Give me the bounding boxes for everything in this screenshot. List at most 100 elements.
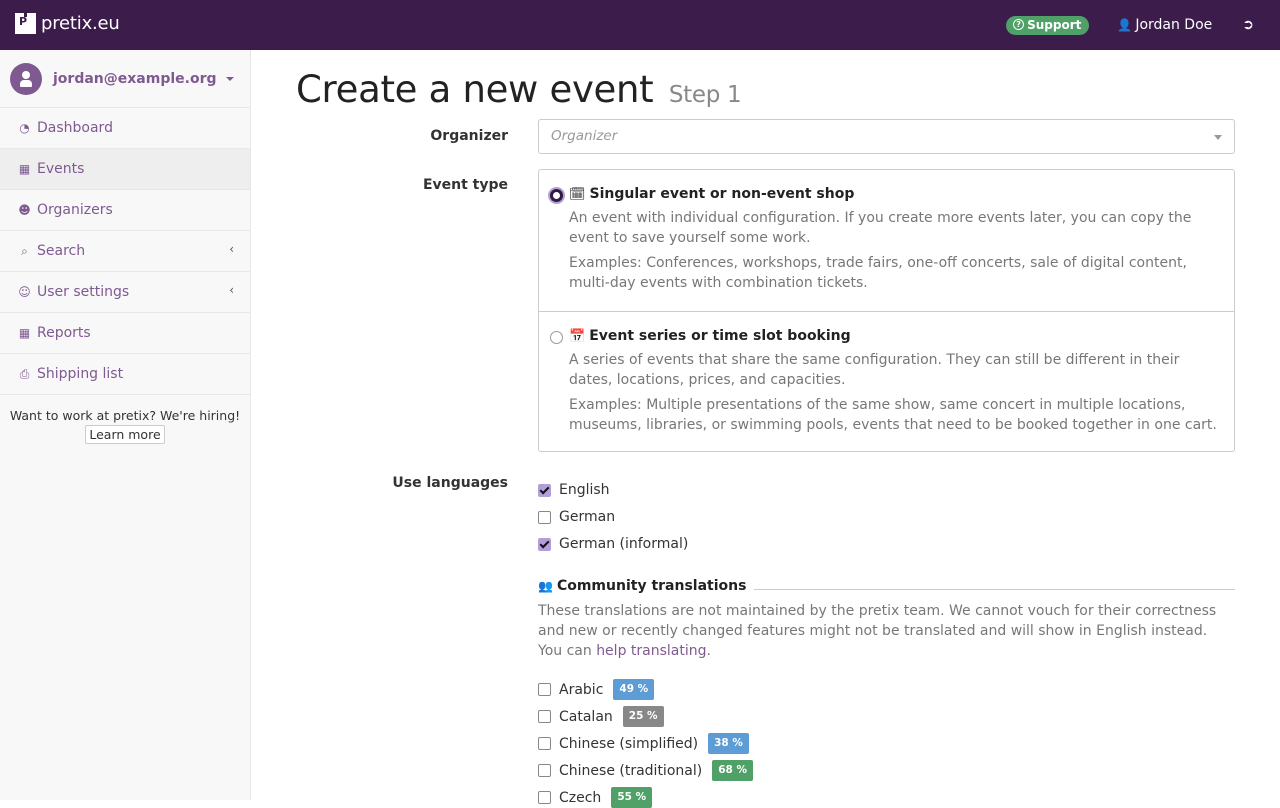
hiring-notice: Want to work at pretix? We're hiring! Le… [0, 395, 250, 444]
translation-progress-badge: 49 % [613, 679, 655, 700]
sidebar-item-label: Events [37, 161, 85, 177]
learn-more-button[interactable]: Learn more [85, 425, 165, 444]
sidebar-item-events[interactable]: ▦ Events [0, 149, 250, 190]
language-label: Arabic [559, 681, 604, 698]
help-translating-link[interactable]: help translating [596, 643, 706, 659]
option-title-text: Event series or time slot booking [589, 328, 851, 344]
language-label: Chinese (simplified) [559, 735, 699, 752]
option-examples: Examples: Conferences, workshops, trade … [569, 255, 1187, 291]
calendar-icon: ▦ [18, 162, 31, 176]
page-title: Create a new event Step 1 [296, 68, 742, 111]
option-description: A series of events that share the same c… [569, 352, 1180, 388]
organizer-select[interactable]: Organizer [538, 119, 1235, 154]
organizer-label: Organizer [430, 128, 508, 144]
sidebar-nav: ◔ Dashboard ▦ Events ☻ Organizers ⌕ Search ‹ ☺ Use… [0, 108, 250, 395]
languages-label: Use languages [392, 475, 508, 491]
community-language-option[interactable]: Catalan 25 % [538, 706, 664, 727]
caret-down-icon [226, 77, 234, 81]
translation-progress-badge: 55 % [611, 787, 653, 808]
sidebar-item-reports[interactable]: ▦ Reports [0, 313, 250, 354]
brand-link[interactable]: pretix.eu [15, 13, 120, 34]
language-label: German [559, 509, 616, 525]
radio-singular[interactable] [550, 189, 563, 202]
language-option[interactable]: German (informal) [538, 536, 688, 552]
community-notice: These translations are not maintained by… [538, 601, 1235, 661]
language-checkbox[interactable] [538, 537, 551, 551]
group-icon: ☻ [18, 203, 31, 217]
divider [754, 588, 1235, 590]
language-option[interactable]: German [538, 509, 615, 525]
language-label: Czech [559, 789, 602, 806]
brand-name: pretix.eu [41, 13, 120, 34]
option-title-text: Singular event or non-event shop [589, 186, 855, 202]
sidebar-item-label: User settings [37, 284, 130, 300]
option-examples: Examples: Multiple presentations of the … [569, 397, 1217, 433]
print-icon: ⎙ [19, 366, 30, 381]
chevron-left-icon: ‹ [229, 283, 234, 297]
user-name: Jordan Doe [1135, 17, 1213, 33]
account-dropdown[interactable]: jordan@example.org [0, 50, 250, 108]
community-heading-text: Community translations [556, 578, 747, 594]
support-label: Support [1027, 17, 1082, 32]
event-type-option-singular[interactable]: 🗓 Singular event or non-event shop An ev… [539, 170, 1234, 311]
dashboard-icon: ◔ [19, 121, 30, 135]
group-icon: 👥 [538, 579, 553, 593]
organizer-placeholder: Organizer [551, 128, 618, 144]
translation-progress-badge: 25 % [622, 706, 664, 727]
language-label: English [559, 482, 610, 498]
sidebar-item-organizers[interactable]: ☻ Organizers [0, 190, 250, 231]
search-icon: ⌕ [21, 243, 28, 258]
language-checkbox[interactable] [538, 710, 551, 723]
hiring-text: Want to work at pretix? We're hiring! [9, 408, 241, 423]
sidebar-item-label: Reports [37, 325, 91, 341]
radio-series[interactable] [550, 331, 563, 344]
translation-progress-badge: 68 % [712, 760, 753, 781]
calendar-icon: 📅 [569, 328, 586, 344]
sidebar-item-label: Organizers [37, 202, 113, 218]
sidebar-item-dashboard[interactable]: ◔ Dashboard [0, 108, 250, 149]
language-checkbox[interactable] [538, 510, 551, 524]
caret-down-icon [1214, 135, 1222, 140]
step-indicator: Step 1 [668, 82, 742, 108]
community-translations-heading: 👥 Community translations [538, 578, 1235, 594]
event-type-option-series[interactable]: 📅 Event series or time slot booking A se… [539, 311, 1234, 452]
sidebar-item-shipping-list[interactable]: ⎙ Shipping list [0, 354, 250, 395]
language-option[interactable]: English [538, 482, 610, 498]
user-menu-link[interactable]: 👤 Jordan Doe [1117, 17, 1212, 33]
sign-out-icon[interactable]: ➲ [1242, 17, 1254, 33]
top-nav-right: ? Support 👤 Jordan Doe ➲ [1006, 0, 1280, 50]
sidebar-item-label: Search [37, 243, 86, 259]
question-circle-icon: ? [1013, 19, 1025, 30]
sidebar: jordan@example.org ◔ Dashboard ▦ Events ☻ Org… [0, 50, 251, 800]
event-type-label: Event type [422, 177, 508, 193]
option-title: 🗓 Singular event or non-event shop [569, 186, 1234, 202]
language-checkbox[interactable] [538, 791, 551, 804]
language-label: Catalan [559, 708, 613, 725]
account-email: jordan@example.org [53, 70, 217, 87]
user-icon: 👤 [1117, 18, 1133, 32]
community-language-option[interactable]: Chinese (simplified) 38 % [538, 733, 749, 754]
pretix-logo-icon [15, 13, 36, 34]
user-icon: ☺ [18, 285, 31, 299]
language-label: German (informal) [559, 536, 689, 552]
support-button[interactable]: ? Support [1006, 15, 1090, 35]
language-checkbox[interactable] [538, 483, 551, 497]
language-checkbox[interactable] [538, 764, 551, 777]
sidebar-item-user-settings[interactable]: ☺ User settings ‹ [0, 272, 250, 313]
main-content: Create a new event Step 1 Organizer Orga… [251, 50, 1280, 808]
translation-progress-badge: 38 % [708, 733, 749, 754]
option-title: 📅 Event series or time slot booking [569, 328, 1234, 344]
top-navbar: pretix.eu ? Support 👤 Jordan Doe ➲ [0, 0, 1280, 50]
community-language-option[interactable]: Arabic 49 % [538, 679, 655, 700]
avatar [10, 62, 42, 95]
sidebar-item-search[interactable]: ⌕ Search ‹ [0, 231, 250, 272]
community-language-option[interactable]: Czech 55 % [538, 787, 653, 808]
chevron-left-icon: ‹ [229, 242, 234, 256]
language-checkbox[interactable] [538, 683, 551, 696]
community-language-option[interactable]: Chinese (traditional) 68 % [538, 760, 753, 781]
sidebar-item-label: Dashboard [37, 120, 113, 136]
language-checkbox[interactable] [538, 737, 551, 750]
sidebar-item-label: Shipping list [37, 366, 124, 382]
page-title-text: Create a new event [296, 68, 654, 111]
event-type-group: 🗓 Singular event or non-event shop An ev… [538, 169, 1235, 452]
